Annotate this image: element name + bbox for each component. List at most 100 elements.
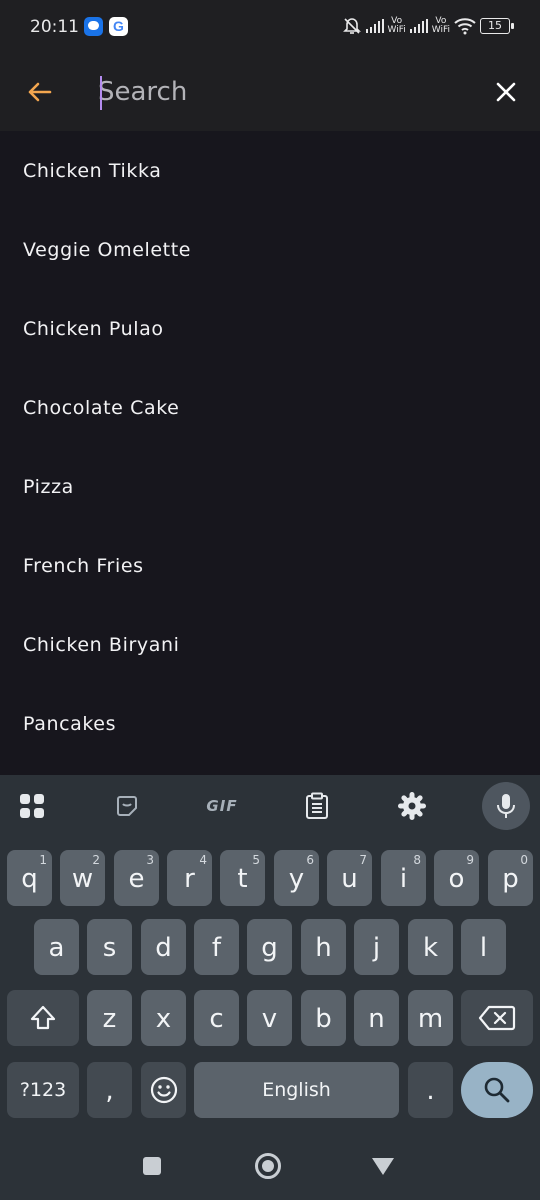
space-key[interactable]: English [194,1062,399,1118]
signal-icon [365,19,384,33]
comma-key[interactable]: , [87,1062,132,1118]
key-b[interactable]: b [301,990,346,1046]
emoji-key[interactable] [141,1062,186,1118]
voice-input-button[interactable] [482,782,530,830]
system-navigation-bar [0,1130,540,1200]
key-label: p [502,864,519,894]
key-hint: 7 [359,853,367,867]
clear-search-button[interactable] [486,72,526,112]
key-label: m [417,1004,444,1034]
key-d[interactable]: d [141,919,186,975]
symbols-key[interactable]: ?123 [7,1062,79,1118]
signal-icon [409,19,428,33]
search-icon [484,1077,510,1103]
list-item[interactable]: Pizza [0,447,540,526]
key-label: a [48,933,65,963]
key-label: n [368,1004,385,1034]
sticker-button[interactable] [107,788,147,824]
key-z[interactable]: z [87,990,132,1046]
key-r[interactable]: 4r [167,850,212,906]
key-y[interactable]: 6y [274,850,319,906]
arrow-left-icon [28,82,52,102]
list-item[interactable]: French Fries [0,526,540,605]
key-hint: 3 [146,853,154,867]
home-button[interactable] [248,1150,288,1182]
bell-off-icon [342,18,361,34]
key-e[interactable]: 3e [114,850,159,906]
key-label: x [155,1004,172,1034]
key-x[interactable]: x [141,990,186,1046]
list-item[interactable]: Veggie Omelette [0,210,540,289]
search-action-key[interactable] [461,1062,533,1118]
key-t[interactable]: 5t [220,850,265,906]
list-item[interactable]: Chocolate Cake [0,368,540,447]
back-button[interactable] [20,72,60,112]
key-label: English [262,1079,331,1101]
key-j[interactable]: j [354,919,399,975]
key-p[interactable]: 0p [488,850,533,906]
key-o[interactable]: 9o [434,850,479,906]
key-label: ?123 [19,1079,67,1101]
square-icon [143,1157,161,1175]
key-g[interactable]: g [247,919,292,975]
text-cursor [100,76,102,110]
key-v[interactable]: v [247,990,292,1046]
key-label: k [422,933,439,963]
key-c[interactable]: c [194,990,239,1046]
shift-icon [30,1005,56,1030]
backspace-key[interactable] [461,990,533,1046]
keyboard-toolbar: GIF [0,775,540,837]
list-item[interactable]: Pancakes [0,684,540,763]
search-results-list: Chicken Tikka Veggie Omelette Chicken Pu… [0,131,540,763]
key-hint: 8 [413,853,421,867]
key-label: j [372,933,381,963]
key-w[interactable]: 2w [60,850,105,906]
apps-grid-button[interactable] [12,788,52,824]
key-s[interactable]: s [87,919,132,975]
key-h[interactable]: h [301,919,346,975]
key-label: d [155,933,172,963]
status-bar: 20:11 G Vo WiFi Vo WiFi 15 [0,0,540,52]
key-l[interactable]: l [461,919,506,975]
key-label: c [209,1004,224,1034]
key-a[interactable]: a [34,919,79,975]
key-hint: 2 [92,853,100,867]
key-f[interactable]: f [194,919,239,975]
key-label: h [315,933,332,963]
key-i[interactable]: 8i [381,850,426,906]
key-u[interactable]: 7u [327,850,372,906]
period-key[interactable]: . [408,1062,453,1118]
list-item[interactable]: Chicken Tikka [0,131,540,210]
key-hint: 5 [252,853,260,867]
shift-key[interactable] [7,990,79,1046]
vowifi-badge: Vo WiFi [431,16,450,35]
gif-button[interactable]: GIF [202,788,242,824]
close-icon [496,82,516,102]
key-hint: 1 [39,853,47,867]
key-label: r [184,864,195,894]
key-label: u [341,864,358,894]
clipboard-button[interactable] [297,788,337,824]
list-item[interactable]: Chicken Pulao [0,289,540,368]
list-item[interactable]: Chicken Biryani [0,605,540,684]
key-n[interactable]: n [354,990,399,1046]
search-header [0,52,540,131]
key-label: s [102,933,117,963]
settings-button[interactable] [392,788,432,824]
key-hint: 9 [466,853,474,867]
key-k[interactable]: k [408,919,453,975]
key-label: y [288,864,305,894]
battery-indicator: 15 [480,18,514,34]
key-q[interactable]: 1q [7,850,52,906]
key-hint: 4 [199,853,207,867]
recents-button[interactable] [132,1150,172,1182]
search-input[interactable] [98,70,458,114]
triangle-back-icon [372,1158,394,1175]
key-hint: 6 [306,853,314,867]
back-nav-button[interactable] [363,1150,403,1182]
google-notification-icon: G [109,17,128,36]
wifi-icon [454,18,476,35]
emoji-icon [150,1076,177,1104]
circle-icon [255,1153,281,1179]
key-m[interactable]: m [408,990,453,1046]
